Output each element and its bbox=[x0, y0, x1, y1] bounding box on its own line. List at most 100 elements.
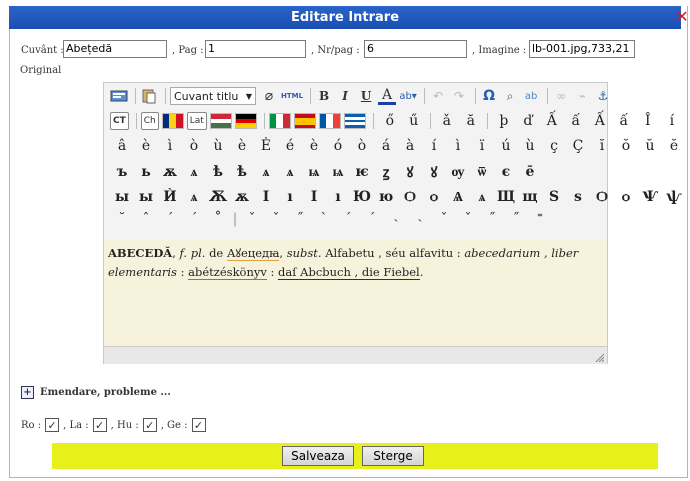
special-char[interactable]: ꙋ bbox=[422, 163, 446, 182]
special-char[interactable]: ǎ bbox=[435, 113, 459, 129]
special-char[interactable]: ˘ bbox=[110, 211, 134, 227]
underline-button[interactable]: U bbox=[357, 86, 375, 106]
unlink-icon[interactable]: ⌁ bbox=[573, 86, 591, 106]
special-char[interactable]: ѩ bbox=[326, 164, 350, 181]
special-char[interactable]: ˊ bbox=[360, 211, 384, 227]
special-char[interactable]: ì bbox=[446, 138, 470, 154]
special-char[interactable]: ˚ bbox=[206, 211, 230, 227]
special-char[interactable]: è bbox=[302, 138, 326, 154]
save-button[interactable]: Salveaza bbox=[282, 446, 354, 466]
special-char[interactable]: ő bbox=[378, 113, 402, 129]
redo-icon[interactable]: ↷ bbox=[450, 86, 468, 106]
ro-checkbox[interactable]: ✓ bbox=[45, 418, 60, 432]
special-char[interactable]: ѫ bbox=[158, 164, 182, 180]
special-char[interactable]: ѻ bbox=[614, 189, 638, 206]
special-char[interactable]: á bbox=[374, 138, 398, 154]
special-char[interactable]: ú bbox=[494, 138, 518, 154]
special-char[interactable]: Ė bbox=[254, 138, 278, 154]
special-char[interactable]: ì bbox=[158, 138, 182, 154]
ct-button[interactable]: CT bbox=[110, 112, 129, 130]
special-char[interactable]: ˆ bbox=[134, 211, 158, 227]
special-char[interactable]: ấ bbox=[564, 113, 588, 129]
special-char[interactable]: ˝ bbox=[504, 211, 528, 227]
format-select[interactable]: Cuvant titlu ▼ bbox=[170, 87, 256, 105]
special-char[interactable]: ˝ bbox=[480, 211, 504, 227]
special-char[interactable]: Ѕ bbox=[542, 189, 566, 205]
special-char[interactable]: ѧ bbox=[278, 164, 302, 181]
special-char[interactable]: ѻ bbox=[422, 189, 446, 206]
special-char[interactable]: ˇ bbox=[432, 211, 456, 227]
special-char[interactable]: Ѱ bbox=[638, 189, 662, 205]
anchor-icon[interactable]: ⚓ bbox=[594, 86, 612, 106]
special-char[interactable]: â bbox=[110, 138, 134, 154]
omega-icon[interactable]: Ω bbox=[480, 86, 498, 106]
special-char[interactable]: ѫ bbox=[230, 189, 254, 205]
special-char[interactable]: ꙋ bbox=[398, 163, 422, 182]
special-char[interactable]: ŏ bbox=[614, 138, 638, 154]
special-char[interactable]: ы bbox=[110, 189, 134, 205]
flag-ro-icon[interactable] bbox=[161, 113, 184, 129]
special-char[interactable]: ă bbox=[459, 113, 483, 129]
pag-input[interactable]: 1 bbox=[205, 40, 306, 58]
editor-content[interactable]: ABECEDĂ, f. pl. de Аꙋецедꙗ, subst. Alfab… bbox=[104, 240, 607, 346]
special-char[interactable]: ѣ bbox=[230, 164, 254, 180]
special-char[interactable]: ı bbox=[326, 189, 350, 205]
special-char[interactable]: ˇ bbox=[264, 211, 288, 227]
special-char[interactable]: ĭ bbox=[590, 138, 614, 154]
la-checkbox[interactable]: ✓ bbox=[92, 418, 107, 432]
special-char[interactable]: ē bbox=[518, 164, 542, 180]
special-char[interactable]: щ bbox=[518, 189, 542, 205]
special-char[interactable]: í bbox=[660, 113, 684, 129]
delete-button[interactable]: Sterge bbox=[362, 446, 424, 466]
italic-button[interactable]: I bbox=[336, 86, 354, 106]
special-char[interactable]: ы bbox=[134, 189, 158, 205]
special-char[interactable]: Щ bbox=[494, 189, 518, 205]
special-char[interactable]: ò bbox=[182, 138, 206, 154]
special-char[interactable]: Ѧ bbox=[446, 189, 470, 206]
special-char[interactable]: Ѫ bbox=[206, 189, 230, 205]
imagine-input[interactable]: lb-001.jpg,733,21 bbox=[529, 40, 635, 58]
bold-button[interactable]: B bbox=[315, 86, 333, 106]
resize-handle-icon[interactable] bbox=[594, 352, 604, 362]
special-char[interactable]: ѱ bbox=[662, 189, 686, 205]
special-char[interactable]: í bbox=[422, 138, 446, 154]
flag-fr-icon[interactable] bbox=[318, 113, 341, 129]
ge-checkbox[interactable]: ✓ bbox=[191, 418, 206, 432]
flag-gr-icon[interactable] bbox=[343, 113, 366, 129]
special-char[interactable]: ѧ bbox=[182, 189, 206, 206]
special-char[interactable]: ï bbox=[470, 138, 494, 154]
special-char[interactable]: ˝ bbox=[288, 211, 312, 227]
special-char[interactable]: ь bbox=[134, 164, 158, 180]
highlight-icon[interactable]: ab▾ bbox=[399, 86, 417, 106]
close-icon[interactable]: ✕ bbox=[674, 8, 690, 26]
special-char[interactable]: ấ bbox=[612, 113, 636, 129]
html-button[interactable]: HTML bbox=[281, 86, 303, 106]
special-char[interactable]: ѧ bbox=[254, 164, 278, 181]
lat-button[interactable]: Lat bbox=[186, 112, 207, 130]
hu-checkbox[interactable]: ✓ bbox=[142, 418, 157, 432]
special-char[interactable]: ı bbox=[278, 189, 302, 205]
special-char[interactable]: Î bbox=[636, 113, 660, 129]
special-char[interactable]: ѿ bbox=[470, 164, 494, 181]
special-char[interactable]: ѩ bbox=[302, 164, 326, 181]
special-char[interactable]: à bbox=[398, 138, 422, 154]
nrpag-input[interactable]: 6 bbox=[364, 40, 467, 58]
special-char[interactable]: І bbox=[254, 189, 278, 205]
special-char[interactable]: ˇ bbox=[456, 211, 480, 227]
flag-hu-icon[interactable] bbox=[209, 113, 232, 129]
special-char[interactable]: ъ bbox=[110, 164, 134, 180]
special-char[interactable]: Ấ bbox=[540, 113, 564, 129]
special-char[interactable]: ѧ bbox=[182, 164, 206, 181]
special-char[interactable]: ѕ bbox=[566, 189, 590, 205]
special-char[interactable]: ç bbox=[542, 138, 566, 154]
special-char[interactable]: ´ bbox=[158, 211, 182, 227]
special-char[interactable]: ˋ bbox=[312, 211, 336, 227]
special-char[interactable]: ĕ bbox=[662, 138, 686, 154]
special-char[interactable]: ˴ bbox=[384, 211, 408, 228]
special-char[interactable]: ˇ bbox=[240, 211, 264, 227]
flag-de-icon[interactable] bbox=[234, 113, 257, 129]
remove-format-icon[interactable]: ⌀ bbox=[260, 86, 278, 106]
special-char[interactable]: ù bbox=[206, 138, 230, 154]
source-icon[interactable] bbox=[110, 86, 128, 106]
special-char[interactable]: ѣ bbox=[206, 164, 230, 180]
